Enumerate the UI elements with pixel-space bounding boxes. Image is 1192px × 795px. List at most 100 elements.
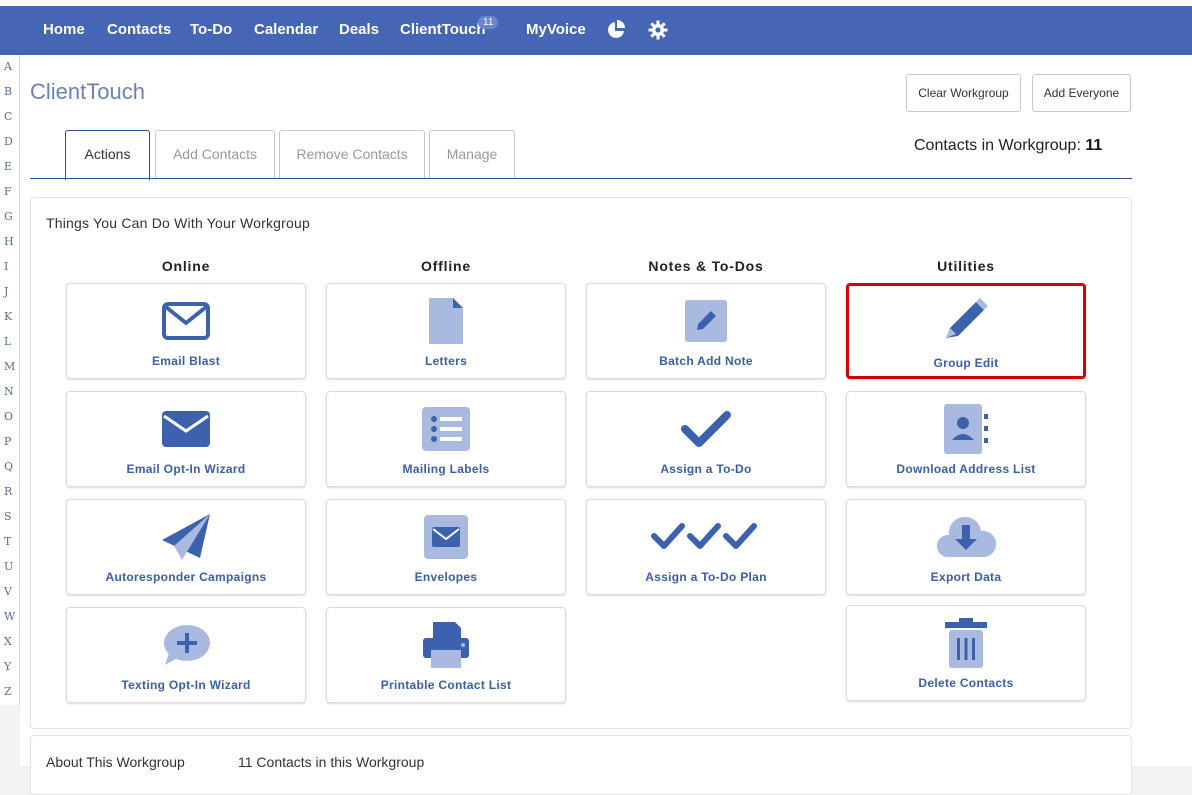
list-icon [327, 404, 565, 454]
nav-home[interactable]: Home [43, 21, 85, 38]
alpha-letter[interactable]: W [4, 610, 15, 623]
triple-checkmark-icon [587, 512, 825, 562]
add-everyone-button[interactable]: Add Everyone [1032, 74, 1131, 112]
checkmark-icon [587, 404, 825, 454]
nav-calendar[interactable]: Calendar [254, 21, 318, 38]
alpha-letter[interactable]: B [4, 85, 12, 98]
alpha-letter[interactable]: U [4, 560, 13, 573]
envelope-square-icon [327, 512, 565, 562]
email-optin-card[interactable]: Email Opt-In Wizard [66, 391, 306, 487]
alpha-letter[interactable]: T [4, 535, 11, 548]
alpha-letter[interactable]: Y [4, 660, 11, 673]
alpha-letter[interactable]: P [4, 435, 11, 448]
alphabet-index: A B C D E F G H I J K L M N O P Q R S T … [0, 55, 20, 705]
assign-todo-plan-card[interactable]: Assign a To-Do Plan [586, 499, 826, 595]
column-offline: Offline [421, 258, 471, 274]
alpha-letter[interactable]: F [4, 185, 12, 198]
actions-panel: Things You Can Do With Your Workgroup On… [30, 197, 1132, 729]
card-label: Delete Contacts [918, 676, 1014, 690]
nav-todo[interactable]: To-Do [190, 21, 232, 38]
count-label: Contacts in Workgroup: [914, 137, 1081, 154]
card-label: Email Blast [152, 354, 220, 368]
mailing-labels-card[interactable]: Mailing Labels [326, 391, 566, 487]
assign-todo-card[interactable]: Assign a To-Do [586, 391, 826, 487]
card-label: Mailing Labels [402, 462, 490, 476]
group-edit-card[interactable]: Group Edit [846, 283, 1086, 379]
alpha-letter[interactable]: G [4, 210, 13, 223]
alpha-letter[interactable]: L [4, 335, 11, 348]
alpha-letter[interactable]: D [4, 135, 13, 148]
tab-add-contacts[interactable]: Add Contacts [155, 130, 275, 179]
texting-optin-card[interactable]: Texting Opt-In Wizard [66, 607, 306, 703]
card-label: Envelopes [414, 570, 478, 584]
nav-myvoice[interactable]: MyVoice [526, 21, 586, 38]
card-label: Assign a To-Do [660, 462, 752, 476]
alpha-letter[interactable]: Z [4, 685, 12, 698]
document-icon [327, 296, 565, 346]
pencil-icon [849, 298, 1083, 348]
alpha-letter[interactable]: C [4, 110, 12, 123]
letters-card[interactable]: Letters [326, 283, 566, 379]
pie-chart-icon[interactable] [606, 20, 626, 45]
tab-actions[interactable]: Actions [65, 130, 150, 180]
alpha-letter[interactable]: A [4, 60, 12, 73]
cloud-download-icon [847, 512, 1085, 562]
alpha-letter[interactable]: H [4, 235, 14, 248]
column-notes-todos: Notes & To-Dos [648, 258, 764, 274]
download-address-card[interactable]: Download Address List [846, 391, 1086, 487]
alpha-letter[interactable]: I [4, 260, 8, 273]
nav-clienttouch[interactable]: ClientTouch [400, 21, 486, 38]
alpha-letter[interactable]: M [4, 360, 15, 373]
workgroup-count: Contacts in Workgroup: 11 [914, 137, 1102, 155]
chat-plus-icon [67, 620, 305, 670]
trash-icon [847, 618, 1085, 668]
alpha-letter[interactable]: K [4, 310, 12, 323]
about-count: 11 Contacts in this Workgroup [238, 754, 425, 770]
clear-workgroup-button[interactable]: Clear Workgroup [906, 74, 1021, 112]
email-blast-card[interactable]: Email Blast [66, 283, 306, 379]
nav-deals[interactable]: Deals [339, 21, 379, 38]
about-panel: About This Workgroup 11 Contacts in this… [30, 735, 1132, 795]
tab-remove-contacts[interactable]: Remove Contacts [279, 130, 425, 179]
printer-icon [327, 620, 565, 670]
alpha-letter[interactable]: V [4, 585, 12, 598]
alpha-letter[interactable]: N [4, 385, 14, 398]
column-utilities: Utilities [937, 258, 995, 274]
top-nav: Home Contacts To-Do Calendar Deals Clien… [0, 6, 1192, 55]
alpha-letter[interactable]: E [4, 160, 12, 173]
autoresponder-card[interactable]: Autoresponder Campaigns [66, 499, 306, 595]
card-label: Download Address List [896, 462, 1036, 476]
clienttouch-badge: 11 [478, 16, 499, 29]
tab-manage[interactable]: Manage [429, 130, 515, 179]
gear-icon[interactable] [648, 20, 668, 45]
card-label: Autoresponder Campaigns [105, 570, 267, 584]
alpha-letter[interactable]: J [4, 285, 8, 298]
tabs-underline [30, 178, 1132, 179]
export-data-card[interactable]: Export Data [846, 499, 1086, 595]
edit-square-icon [587, 296, 825, 346]
card-label: Assign a To-Do Plan [645, 570, 767, 584]
main-content: ClientTouch Clear Workgroup Add Everyone… [20, 55, 1192, 795]
alpha-letter[interactable]: Q [4, 460, 13, 473]
alpha-letter[interactable]: S [4, 510, 12, 523]
card-label: Export Data [930, 570, 1002, 584]
alpha-letter[interactable]: X [4, 635, 12, 648]
card-label: Letters [424, 354, 468, 368]
printable-list-card[interactable]: Printable Contact List [326, 607, 566, 703]
card-label: Texting Opt-In Wizard [121, 678, 251, 692]
card-label: Printable Contact List [380, 678, 512, 692]
card-label: Email Opt-In Wizard [126, 462, 246, 476]
alpha-letter[interactable]: R [4, 485, 12, 498]
envelope-filled-icon [67, 404, 305, 454]
envelopes-card[interactable]: Envelopes [326, 499, 566, 595]
batch-add-note-card[interactable]: Batch Add Note [586, 283, 826, 379]
alpha-letter[interactable]: O [4, 410, 13, 423]
count-value: 11 [1085, 137, 1103, 154]
nav-contacts[interactable]: Contacts [107, 21, 171, 38]
address-book-icon [847, 404, 1085, 454]
panel-title: Things You Can Do With Your Workgroup [46, 215, 310, 231]
page-title: ClientTouch [30, 79, 145, 104]
column-online: Online [161, 258, 211, 274]
card-label: Group Edit [933, 356, 999, 370]
delete-contacts-card[interactable]: Delete Contacts [846, 605, 1086, 701]
